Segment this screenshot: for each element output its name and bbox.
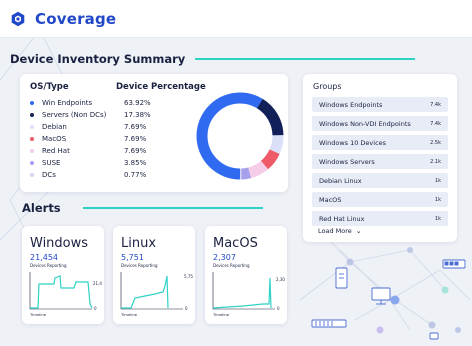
alerts-section-title: Alerts	[22, 201, 61, 215]
section-divider	[195, 58, 416, 60]
rack-icon	[311, 319, 439, 340]
spark-zero-label: 0	[185, 306, 188, 311]
group-count: 7.4k	[430, 120, 441, 127]
group-item[interactable]: Debian Linux 1k	[312, 173, 448, 188]
legend-item: DCs 0.77%	[30, 170, 146, 180]
timeline-label: Timeline	[30, 312, 47, 317]
legend-item: Win Endpoints 63.92%	[30, 98, 151, 108]
legend-dot	[30, 125, 34, 129]
legend-name: Win Endpoints	[42, 99, 93, 107]
legend-pct: 7.69%	[124, 147, 147, 155]
group-item[interactable]: Windows Non-VDI Endpoints 7.4k	[312, 116, 448, 131]
alert-sparkline: 21,454 0	[29, 272, 102, 311]
group-count: 7.4k	[430, 101, 441, 108]
inventory-section-title: Device Inventory Summary	[10, 52, 186, 66]
legend-name: SUSE	[42, 159, 61, 167]
load-more-button[interactable]: Load More ⌄	[318, 227, 362, 235]
alert-card[interactable]: MacOS2,307Devices ReportingTimeline2,307…	[205, 226, 287, 324]
alert-card[interactable]: Linux5,751Devices ReportingTimeline5,751…	[113, 226, 195, 324]
legend-item: MacOS 7.69%	[30, 134, 146, 144]
group-count: 2.5k	[430, 139, 441, 146]
alert-sparkline: 5,751 0	[120, 272, 193, 311]
inventory-section-header: Device Inventory Summary	[10, 52, 416, 66]
page-title: Coverage	[35, 9, 117, 28]
legend-name: MacOS	[42, 135, 67, 143]
legend-dot	[30, 149, 34, 153]
spark-line	[121, 275, 169, 309]
group-item[interactable]: Red Hat Linux 1k	[312, 211, 448, 226]
legend-item: Red Hat 7.69%	[30, 146, 146, 156]
spark-zero-label: 0	[277, 306, 280, 311]
spark-max-label: 5,751	[184, 274, 193, 279]
shield-hex-icon	[11, 11, 25, 26]
legend-item: Debian 7.69%	[30, 122, 146, 132]
switch-icon	[442, 259, 466, 269]
group-name: Windows Servers	[319, 157, 375, 166]
alert-os-name: Linux	[121, 236, 157, 251]
os-type-header: OS/Type	[30, 82, 69, 92]
legend-name: Servers (Non DCs)	[42, 111, 107, 119]
alert-subtitle: Devices Reporting	[213, 263, 250, 268]
legend-dot	[30, 137, 34, 141]
legend-pct: 3.85%	[124, 159, 147, 167]
chevron-down-icon: ⌄	[355, 227, 362, 235]
group-count: 1k	[434, 215, 441, 222]
group-name: Windows 10 Devices	[319, 138, 387, 147]
timeline-label: Timeline	[213, 312, 230, 317]
group-name: Red Hat Linux	[319, 214, 365, 223]
timeline-label: Timeline	[121, 312, 138, 317]
legend-dot	[30, 113, 34, 117]
alert-os-name: Windows	[30, 236, 89, 251]
alert-count: 21,454	[30, 253, 58, 262]
legend-dot	[30, 173, 34, 177]
groups-title: Groups	[313, 82, 342, 91]
alert-subtitle: Devices Reporting	[30, 263, 67, 268]
group-item[interactable]: Windows 10 Devices 2.5k	[312, 135, 448, 150]
groups-card: Groups Windows Endpoints 7.4k Windows Non-…	[303, 74, 457, 242]
app-header: Coverage	[0, 0, 472, 38]
legend-dot	[30, 161, 34, 165]
group-name: Windows Endpoints	[319, 100, 383, 109]
group-item[interactable]: Windows Servers 2.1k	[312, 154, 448, 169]
group-name: MacOS	[319, 195, 342, 204]
legend-pct: 7.69%	[124, 135, 147, 143]
legend-name: DCs	[42, 171, 56, 179]
legend-pct: 63.92%	[124, 99, 151, 107]
legend-dot	[30, 101, 34, 105]
legend-item: SUSE 3.85%	[30, 158, 146, 168]
section-divider	[82, 207, 263, 209]
legend-pct: 7.69%	[124, 123, 147, 131]
legend-pct: 17.38%	[124, 111, 151, 119]
group-count: 1k	[434, 177, 441, 184]
alerts-section-header: Alerts	[22, 201, 263, 215]
alert-os-name: MacOS	[213, 236, 258, 251]
group-name: Debian Linux	[319, 176, 362, 185]
group-item[interactable]: Windows Endpoints 7.4k	[312, 97, 448, 112]
spark-line	[212, 277, 272, 309]
load-more-label: Load More	[318, 227, 352, 235]
alert-count: 2,307	[213, 253, 236, 262]
alert-subtitle: Devices Reporting	[121, 263, 158, 268]
legend-item: Servers (Non DCs) 17.38%	[30, 110, 151, 120]
legend-pct: 0.77%	[124, 171, 147, 179]
group-name: Windows Non-VDI Endpoints	[319, 119, 411, 128]
legend-name: Debian	[42, 123, 67, 131]
alert-card[interactable]: Windows 21,454 Devices Reporting Timeline 21…	[22, 226, 104, 324]
group-count: 2.1k	[430, 158, 441, 165]
inventory-card: OS/Type Device Percentage Win Endpoints 6…	[20, 74, 288, 192]
spark-max-label: 2,307	[276, 277, 285, 282]
group-item[interactable]: MacOS 1k	[312, 192, 448, 207]
server-icon	[335, 267, 348, 289]
device-donut-chart	[196, 92, 284, 180]
spark-max-label: 21,454	[93, 281, 102, 286]
device-percentage-header: Device Percentage	[116, 82, 206, 92]
spark-axis	[120, 272, 183, 310]
spark-zero-label: 0	[94, 306, 97, 311]
legend-name: Red Hat	[42, 147, 70, 155]
alert-sparkline: 2,307 0	[212, 272, 285, 311]
spark-line	[30, 275, 93, 309]
alert-count: 5,751	[121, 253, 144, 262]
group-count: 1k	[434, 196, 441, 203]
